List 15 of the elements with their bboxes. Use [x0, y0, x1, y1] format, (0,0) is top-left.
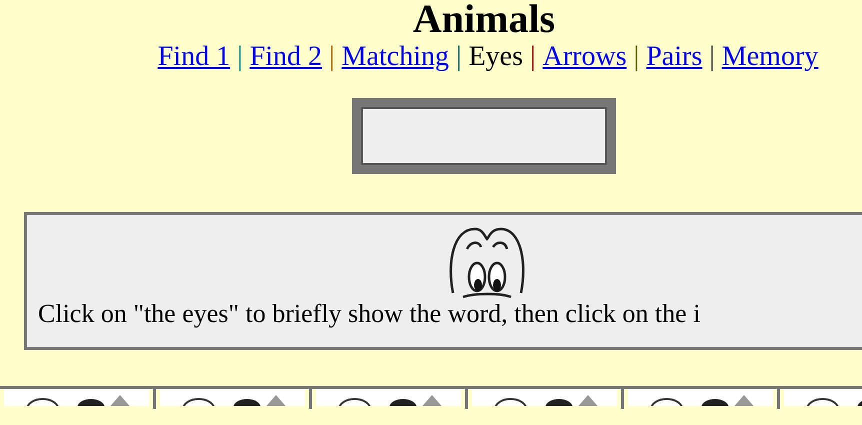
- nav-link[interactable]: Matching: [342, 40, 449, 74]
- separator: |: [456, 40, 462, 74]
- separator: |: [709, 40, 715, 74]
- separator: |: [237, 40, 243, 74]
- nav-link[interactable]: Find 1: [158, 40, 230, 74]
- nav-link[interactable]: Find 2: [250, 40, 322, 74]
- nav-link[interactable]: Arrows: [542, 40, 627, 74]
- separator: |: [530, 40, 536, 74]
- nav-link[interactable]: Memory: [722, 40, 818, 74]
- page-title: Animals: [412, 0, 556, 40]
- current-page-label: Eyes: [468, 40, 524, 74]
- separator: |: [634, 40, 640, 74]
- separator: |: [329, 40, 335, 74]
- nav-link[interactable]: Pairs: [646, 40, 702, 74]
- instructions: Click on "the eyes" to briefly show the word, then click on the i: [37, 299, 702, 329]
